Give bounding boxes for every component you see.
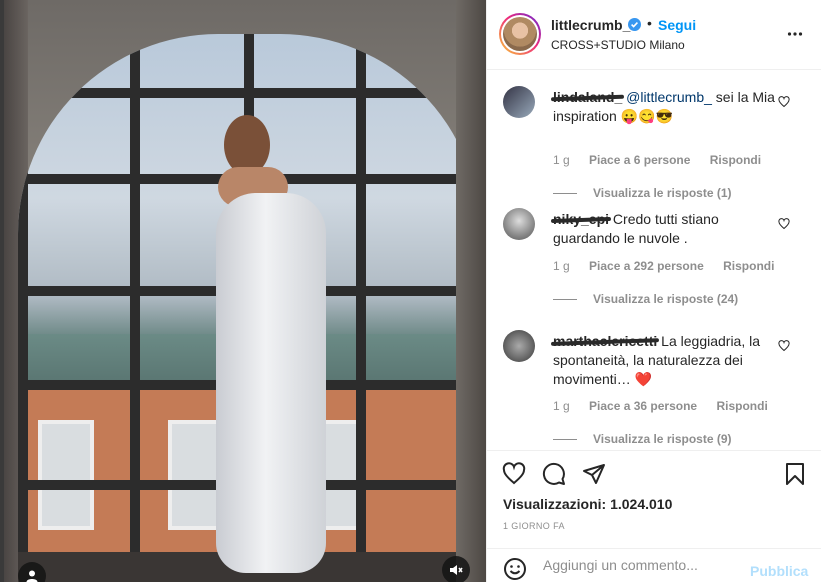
comment-text: niky_epi Credo tutti stiano guardando le… <box>553 210 778 248</box>
mute-toggle-button[interactable] <box>442 556 470 582</box>
comment-mention[interactable]: @littlecrumb_ <box>626 89 712 105</box>
heart-icon[interactable] <box>778 340 790 352</box>
verified-badge-icon <box>628 18 641 31</box>
post-video[interactable] <box>4 0 486 582</box>
author-avatar[interactable] <box>499 13 541 55</box>
comment-avatar[interactable] <box>503 208 535 240</box>
comment-age[interactable]: 1 g <box>553 399 570 413</box>
avatar-border <box>501 15 539 53</box>
video-subject <box>204 115 344 582</box>
reply-button[interactable]: Rispondi <box>716 399 767 413</box>
window-frame-bar <box>130 34 140 582</box>
video-wall-right <box>456 0 486 582</box>
replies-line <box>553 438 577 440</box>
comment-avatar[interactable] <box>503 330 535 362</box>
replies-line <box>553 192 577 194</box>
bookmark-icon[interactable] <box>783 462 807 486</box>
comment-likes[interactable]: Piace a 292 persone <box>589 259 704 273</box>
tagged-users-button[interactable] <box>18 562 46 582</box>
reply-button[interactable]: Rispondi <box>710 153 761 167</box>
author-username[interactable]: littlecrumb_ <box>551 17 630 33</box>
comment-age[interactable]: 1 g <box>553 153 570 167</box>
view-replies-button[interactable]: Visualizza le risposte (24) <box>553 292 738 306</box>
heart-icon[interactable] <box>778 218 790 230</box>
window-frame-bar <box>356 34 366 582</box>
view-replies-label: Visualizza le risposte (24) <box>593 292 739 306</box>
comment-username[interactable]: lindaland_ <box>553 89 622 105</box>
header-separator: • <box>647 15 652 31</box>
comment-age[interactable]: 1 g <box>553 259 570 273</box>
reply-button[interactable]: Rispondi <box>723 259 774 273</box>
follow-button[interactable]: Segui <box>658 17 696 33</box>
comment-meta: 1 g Piace a 292 persone Rispondi <box>553 259 790 273</box>
post-timestamp[interactable]: 1 GIORNO FA <box>503 521 565 531</box>
paper-plane-icon[interactable] <box>582 462 606 486</box>
comment-input[interactable] <box>543 557 743 573</box>
views-count[interactable]: Visualizzazioni: 1.024.010 <box>503 496 672 512</box>
view-replies-label: Visualizza le risposte (9) <box>593 432 732 446</box>
post-header: littlecrumb_ • Segui CROSS+STUDIO Milano <box>487 0 821 70</box>
post-viewer: littlecrumb_ • Segui CROSS+STUDIO Milano… <box>0 0 821 582</box>
view-replies-button[interactable]: Visualizza le risposte (1) <box>553 186 732 200</box>
window-frame-bar <box>18 88 480 98</box>
scene-building-window <box>38 420 94 530</box>
publish-button[interactable]: Pubblica <box>750 563 808 579</box>
comment-icon[interactable] <box>542 462 566 486</box>
post-location[interactable]: CROSS+STUDIO Milano <box>551 38 685 52</box>
user-icon <box>26 570 38 582</box>
subject-head <box>224 115 270 175</box>
comment-username[interactable]: niky_epi <box>553 211 609 227</box>
smiley-icon[interactable] <box>503 557 527 581</box>
comment-text: lindaland_ @littlecrumb_ sei la Mia insp… <box>553 88 778 126</box>
window-frame-bar <box>18 34 28 582</box>
comments-list: lindaland_ @littlecrumb_ sei la Mia insp… <box>487 70 821 450</box>
comment-text: marthaclericetti La leggiadria, la spont… <box>553 332 778 389</box>
heart-icon[interactable] <box>778 96 790 108</box>
more-options-icon[interactable] <box>787 26 803 42</box>
view-replies-button[interactable]: Visualizza le risposte (9) <box>553 432 732 446</box>
comment-avatar[interactable] <box>503 86 535 118</box>
comment-meta: 1 g Piace a 36 persone Rispondi <box>553 399 784 413</box>
replies-line <box>553 298 577 300</box>
post-side-panel: littlecrumb_ • Segui CROSS+STUDIO Milano… <box>486 0 821 582</box>
subject-dress <box>216 193 326 573</box>
post-actions-bar <box>487 450 821 490</box>
add-comment-bar: Pubblica <box>487 548 821 582</box>
comment-likes[interactable]: Piace a 36 persone <box>589 399 697 413</box>
avatar-image <box>503 17 537 51</box>
comment-likes[interactable]: Piace a 6 persone <box>589 153 690 167</box>
comment-meta: 1 g Piace a 6 persone Rispondi <box>553 153 777 167</box>
view-replies-label: Visualizza le risposte (1) <box>593 186 732 200</box>
comment-username[interactable]: marthaclericetti <box>553 333 657 349</box>
heart-icon[interactable] <box>502 462 526 486</box>
volume-muted-icon <box>450 565 463 575</box>
